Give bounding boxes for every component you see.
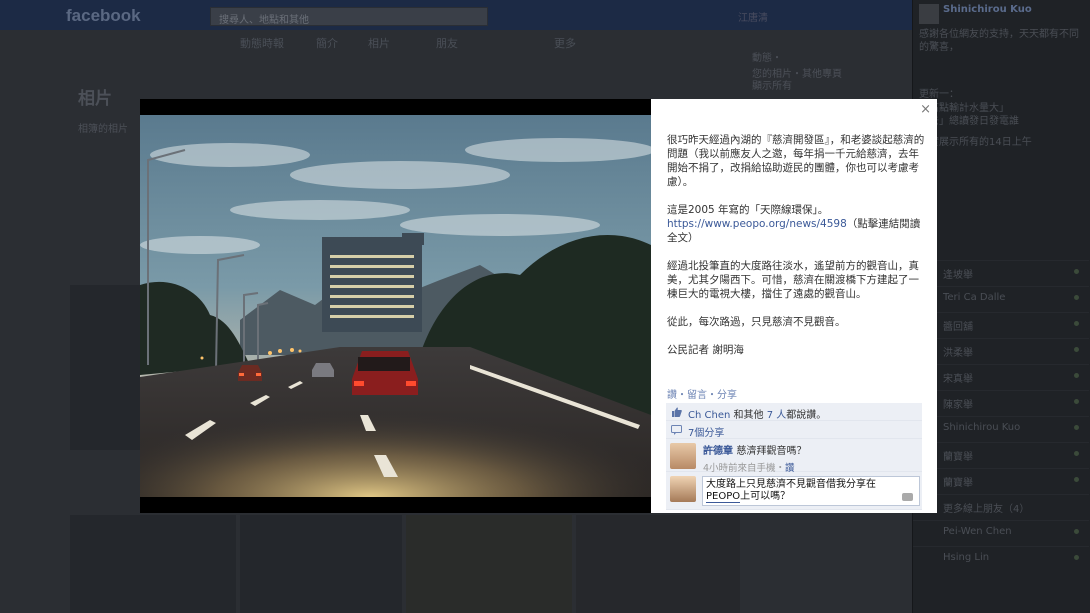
post-text: 很巧昨天經過內湖的『慈濟開發區』，和老婆談起慈濟的問題（我以前應友人之邀，每年捐… [667, 133, 925, 371]
comment-author[interactable]: 許德章 [703, 446, 733, 457]
post-signature: 公民記者 謝明海 [667, 344, 744, 356]
post-paragraph: 經過北投筆直的大度路往淡水，遙望前方的觀音山，真美，尤其夕陽西下。可惜，慈濟在關… [667, 260, 919, 300]
chat-friend[interactable]: 宋真舉 [913, 364, 1089, 386]
chat-friend-name: 逢坡舉 [943, 270, 973, 281]
photo-thumbnail[interactable] [406, 515, 572, 613]
chat-friend-name: Pei-Wen Chen [943, 526, 1012, 537]
share-icon [671, 425, 682, 435]
chat-friend[interactable]: 洪柔舉 [913, 338, 1089, 360]
likes-row[interactable]: Ch Chen 和其他 7 人都說讚。 [666, 403, 922, 421]
shares-row[interactable]: 7個分享 [666, 421, 922, 439]
chat-friend-name: 陳家舉 [943, 400, 973, 411]
feedback-box: Ch Chen 和其他 7 人都說讚。 7個分享 許德章 慈濟拜觀音嗎？ 4小時… [666, 403, 922, 510]
comment-input-line1: 大度路上只見慈濟不見觀音借我分享在 [706, 479, 876, 490]
facebook-logo[interactable]: facebook [66, 6, 141, 26]
chat-more-label: 更多線上朋友（4） [943, 504, 1030, 515]
post-paragraph-text: 這是2005 年寫的「天際線環保」。 [667, 204, 829, 216]
ticker-item[interactable]: 「去」總讀發日發電誰 [919, 115, 1084, 128]
post-paragraph: 很巧昨天經過內湖的『慈濟開發區』，和老婆談起慈濟的問題（我以前應友人之邀，每年捐… [667, 134, 925, 188]
avatar[interactable] [919, 4, 939, 24]
thumbs-up-icon [672, 407, 682, 417]
comment-input-line2: 上可以嗎？ [740, 491, 791, 502]
page-subtitle: 相簿的相片 [78, 124, 128, 135]
nav-friends[interactable]: 朋友 [436, 35, 458, 51]
nav-photos[interactable]: 相片 [368, 35, 390, 51]
chat-friend[interactable]: 陳家舉 [913, 390, 1089, 412]
chat-friend[interactable]: Hsing Lin [913, 546, 1089, 568]
nav-more[interactable]: 更多 [554, 35, 576, 51]
post-actions[interactable]: 讚・留言・分享 [667, 386, 737, 401]
likes-rest: 和其他 [733, 410, 764, 421]
comment-item: 許德章 慈濟拜觀音嗎？ 4小時前來自手機・讚 [666, 439, 922, 474]
likes-names[interactable]: Ch Chen [688, 410, 730, 421]
shares-label[interactable]: 7個分享 [688, 428, 724, 439]
search-input[interactable]: 搜尋人、地點和其他 [210, 7, 488, 26]
ticker-item[interactable]: 「高點輸計水量大」 [919, 102, 1084, 115]
chat-friend[interactable]: Pei-Wen Chen [913, 520, 1089, 542]
chat-friend-name: Teri Ca Dalle [943, 292, 1006, 303]
comment-input-mention: PEOPO [706, 491, 741, 503]
top-bar: facebook 搜尋人、地點和其他 江唐清 [0, 0, 912, 30]
page-title: 相片 [78, 89, 112, 109]
chat-friend-name: 醬回舖 [943, 322, 973, 333]
bg-side-line[interactable]: 顯示所有 [752, 80, 792, 93]
photo-thumbnail[interactable] [576, 515, 740, 613]
ticker-author[interactable]: Shinichirou Kuo [943, 4, 1032, 15]
comment-text: 慈濟拜觀音嗎？ [736, 446, 807, 457]
bg-side-line: 動態・ [752, 53, 782, 64]
chat-friend[interactable]: 醬回舖 [913, 312, 1089, 334]
likes-count[interactable]: 7 人 [767, 410, 787, 421]
photo-thumbnail[interactable] [70, 515, 236, 613]
photo-thumbnail[interactable] [240, 515, 402, 613]
photo-viewer [140, 99, 651, 513]
chat-friend[interactable]: 蘭寶舉 [913, 442, 1089, 464]
photo-info-panel: × 很巧昨天經過內湖的『慈濟開發區』，和老婆談起慈濟的問題（我以前應友人之邀，每… [651, 99, 937, 513]
nav-about[interactable]: 簡介 [316, 35, 338, 51]
chat-friend-name: 洪柔舉 [943, 348, 973, 359]
camera-icon[interactable] [902, 493, 913, 501]
likes-suffix: 都說讚。 [786, 410, 827, 421]
avatar[interactable] [670, 443, 696, 469]
close-icon[interactable]: × [920, 102, 931, 117]
ticker-item[interactable]: 事實展示所有的14日上午 [919, 136, 1084, 149]
chat-friend-name: 蘭寶舉 [943, 478, 973, 489]
chat-friend-name: 蘭寶舉 [943, 452, 973, 463]
comment-input[interactable]: 大度路上只見慈濟不見觀音借我分享在 PEOPO上可以嗎？ [702, 476, 920, 506]
profile-nav: 動態時報 簡介 相片 朋友 更多 [80, 30, 810, 52]
post-link[interactable]: https://www.peopo.org/news/4598 [667, 218, 847, 230]
nav-timeline[interactable]: 動態時報 [240, 35, 284, 51]
chat-more-friends[interactable]: 更多線上朋友（4） [913, 494, 1089, 516]
chat-friend[interactable]: Teri Ca Dalle [913, 286, 1089, 308]
chat-friend-name: 宋真舉 [943, 374, 973, 385]
main-photo[interactable] [140, 115, 651, 497]
ticker-item[interactable]: 更新一： [919, 88, 1084, 101]
chat-friend[interactable]: Shinichirou Kuo [913, 416, 1089, 438]
post-paragraph: 從此，每次路過，只見慈濟不見觀音。 [667, 316, 846, 328]
post-paragraph: 這是2005 年寫的「天際線環保」。 https://www.peopo.org/… [667, 203, 925, 245]
photo-image [140, 115, 651, 497]
chat-friend[interactable]: 逢坡舉 [913, 260, 1089, 282]
reply-row: 大度路上只見慈濟不見觀音借我分享在 PEOPO上可以嗎？ [666, 472, 922, 510]
chat-friend[interactable]: 蘭寶舉 [913, 468, 1089, 490]
chat-friend-name: Shinichirou Kuo [943, 422, 1021, 433]
user-name[interactable]: 江唐清 [738, 9, 768, 24]
avatar [670, 476, 696, 502]
chat-friend-name: Hsing Lin [943, 552, 990, 563]
ticker-item[interactable]: 感謝各位網友的支持，天天都有不同的驚喜， [919, 28, 1084, 54]
ticker-sidebar: Shinichirou Kuo 感謝各位網友的支持，天天都有不同的驚喜， 更新一… [912, 0, 1090, 613]
photo-thumbnail[interactable] [70, 285, 140, 450]
